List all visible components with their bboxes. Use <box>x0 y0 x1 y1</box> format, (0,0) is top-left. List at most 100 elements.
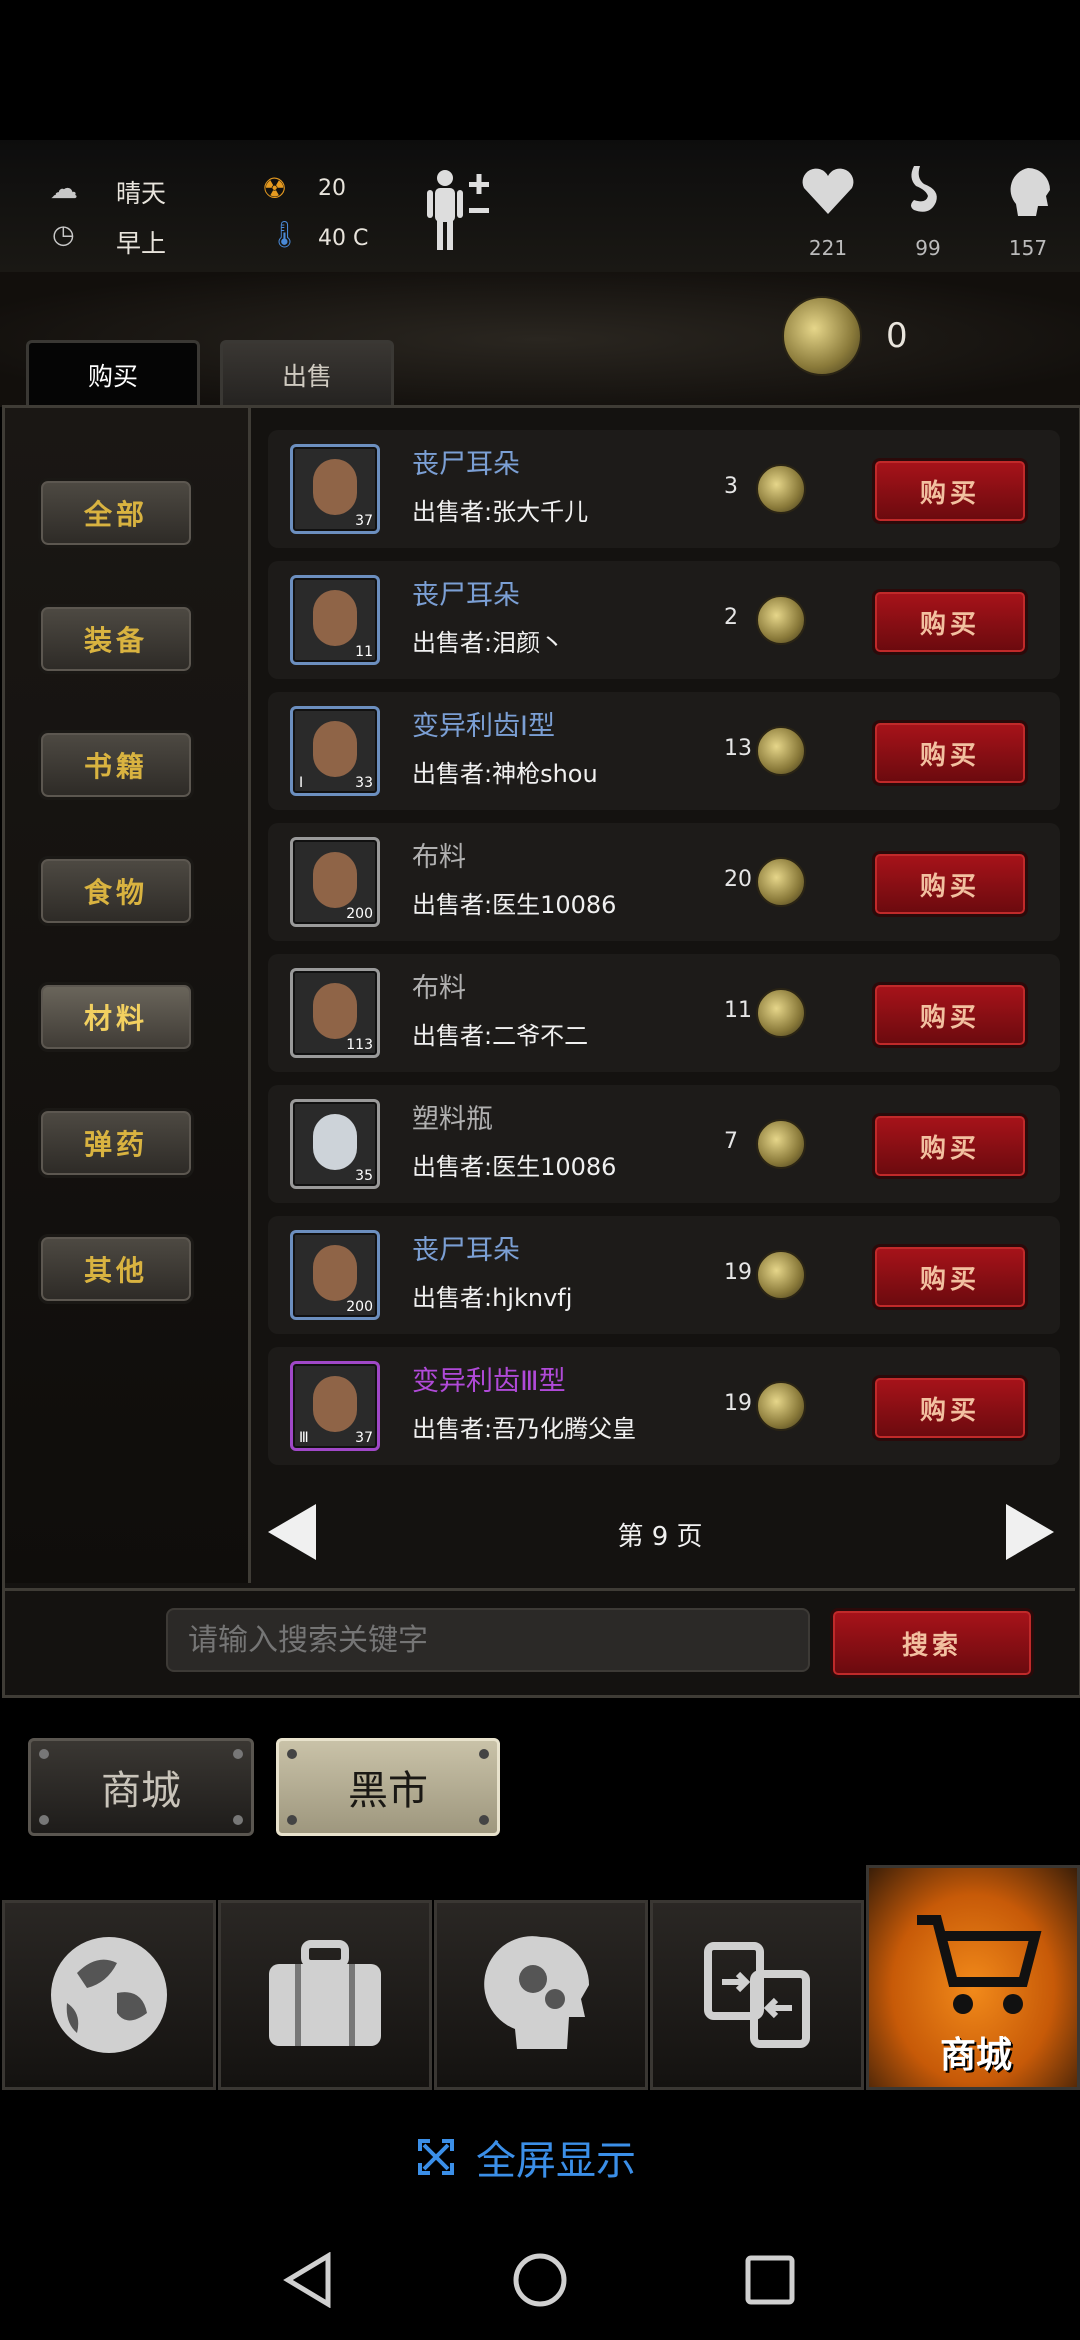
buy-button[interactable]: 购买 <box>872 1244 1028 1310</box>
fang-icon <box>313 1376 357 1432</box>
nav-skills-tab[interactable] <box>434 1900 648 2090</box>
item-thumbnail[interactable]: 200 <box>290 837 380 927</box>
body-status-icon[interactable] <box>425 168 495 258</box>
bottlecap-coin-icon <box>756 595 806 645</box>
search-button[interactable]: 搜索 <box>830 1608 1034 1678</box>
item-thumbnail[interactable]: Ⅰ 33 <box>290 706 380 796</box>
category-materials-button[interactable]: 材料 <box>38 982 194 1052</box>
category-books-button[interactable]: 书籍 <box>38 730 194 800</box>
item-quantity: 33 <box>355 775 373 791</box>
recents-icon[interactable] <box>744 2254 796 2306</box>
category-food-button[interactable]: 食物 <box>38 856 194 926</box>
item-thumbnail[interactable]: 11 <box>290 575 380 665</box>
item-quantity: 35 <box>355 1168 373 1184</box>
item-name: 丧尸耳朵 <box>412 449 520 480</box>
exchange-icon <box>704 1942 810 2048</box>
item-thumbnail[interactable]: 35 <box>290 1099 380 1189</box>
item-seller: 出售者:吾乃化腾父皇 <box>412 1415 637 1443</box>
category-other-button[interactable]: 其他 <box>38 1234 194 1304</box>
fang-icon <box>313 721 357 777</box>
ear-icon <box>313 459 357 515</box>
fullscreen-button[interactable]: 全屏显示 <box>416 2128 636 2186</box>
category-ammo-button[interactable]: 弹药 <box>38 1108 194 1178</box>
buy-button[interactable]: 购买 <box>872 851 1028 917</box>
black-market-switch-button[interactable]: 黑市 <box>276 1738 500 1836</box>
heart-icon <box>802 168 854 214</box>
item-price: 3 <box>724 474 738 499</box>
thermometer-icon: 🌡 <box>268 220 302 250</box>
item-price: 11 <box>724 998 752 1023</box>
back-icon[interactable] <box>282 2252 334 2308</box>
nav-trade-tab[interactable] <box>650 1900 864 2090</box>
weather-icon: ☁ <box>50 172 78 205</box>
coin-balance: 0 <box>886 316 908 356</box>
health-value: 221 <box>808 236 848 260</box>
item-quantity: 200 <box>346 906 373 922</box>
nav-shop-label: 商城 <box>939 2035 1012 2076</box>
tab-buy[interactable]: 购买 <box>26 340 200 407</box>
item-name: 丧尸耳朵 <box>412 1235 520 1266</box>
next-page-arrow[interactable] <box>1006 1504 1054 1560</box>
home-icon[interactable] <box>512 2252 568 2308</box>
item-thumbnail[interactable]: 200 <box>290 1230 380 1320</box>
mood-value: 157 <box>1008 236 1048 260</box>
item-thumbnail[interactable]: 37 <box>290 444 380 534</box>
item-name: 变异利齿Ⅲ型 <box>412 1366 566 1397</box>
item-quantity: 37 <box>355 1430 373 1446</box>
nav-shop-tab[interactable]: 商城 <box>866 1865 1080 2090</box>
item-seller: 出售者:医生10086 <box>412 891 617 919</box>
prev-page-arrow[interactable] <box>268 1504 316 1560</box>
nav-inventory-tab[interactable] <box>218 1900 432 2090</box>
item-quantity: 113 <box>346 1037 373 1053</box>
mall-switch-button[interactable]: 商城 <box>28 1738 254 1836</box>
listing-row: 200 布料 出售者:医生10086 20 购买 <box>268 823 1060 941</box>
category-equipment-button[interactable]: 装备 <box>38 604 194 674</box>
weather-text: 晴天 <box>116 179 167 208</box>
item-name: 布料 <box>412 973 466 1004</box>
listing-row: 11 丧尸耳朵 出售者:泪颜丶 2 购买 <box>268 561 1060 679</box>
item-name: 塑料瓶 <box>412 1104 493 1135</box>
item-price: 19 <box>724 1391 752 1416</box>
item-quantity: 11 <box>355 644 373 660</box>
bottlecap-coin-icon <box>756 857 806 907</box>
radiation-icon: ☢ <box>262 172 288 205</box>
bottlecap-coin-icon <box>756 988 806 1038</box>
shopping-cart-icon <box>917 1915 1042 2014</box>
listing-row: 113 布料 出售者:二爷不二 11 购买 <box>268 954 1060 1072</box>
page-indicator: 第 9 页 <box>617 1522 703 1552</box>
clock-icon: ◷ <box>52 220 75 250</box>
search-input[interactable] <box>166 1608 810 1672</box>
buy-button[interactable]: 购买 <box>872 589 1028 655</box>
buy-button[interactable]: 购买 <box>872 720 1028 786</box>
item-price: 19 <box>724 1260 752 1285</box>
item-price: 7 <box>724 1129 738 1154</box>
buy-button[interactable]: 购买 <box>872 1113 1028 1179</box>
buy-button[interactable]: 购买 <box>872 1375 1028 1441</box>
category-all-button[interactable]: 全部 <box>38 478 194 548</box>
nav-world-tab[interactable] <box>2 1900 216 2090</box>
item-name: 变异利齿Ⅰ型 <box>412 711 555 742</box>
bottlecap-coin-icon <box>756 1250 806 1300</box>
item-thumbnail[interactable]: Ⅲ 37 <box>290 1361 380 1451</box>
ear-icon <box>313 590 357 646</box>
mood-head-icon <box>1010 168 1050 216</box>
item-price: 13 <box>724 736 752 761</box>
listing-row: 35 塑料瓶 出售者:医生10086 7 购买 <box>268 1085 1060 1203</box>
expand-icon <box>418 2139 454 2175</box>
item-seller: 出售者:泪颜丶 <box>412 629 565 657</box>
item-tier: Ⅰ <box>299 775 304 791</box>
hunger-value: 99 <box>915 236 941 260</box>
bottle-icon <box>313 1114 357 1170</box>
tab-sell[interactable]: 出售 <box>220 340 394 407</box>
item-seller: 出售者:张大千儿 <box>412 498 589 526</box>
item-thumbnail[interactable]: 113 <box>290 968 380 1058</box>
suitcase-icon <box>269 1940 381 2046</box>
buy-button[interactable]: 购买 <box>872 458 1028 524</box>
mall-switch-label: 商城 <box>101 1768 181 1814</box>
buy-button[interactable]: 购买 <box>872 982 1028 1048</box>
item-name: 布料 <box>412 842 466 873</box>
bottlecap-coin-icon <box>756 1381 806 1431</box>
ear-icon <box>313 1245 357 1301</box>
listing-row: Ⅲ 37 变异利齿Ⅲ型 出售者:吾乃化腾父皇 19 购买 <box>268 1347 1060 1465</box>
item-name: 丧尸耳朵 <box>412 580 520 611</box>
